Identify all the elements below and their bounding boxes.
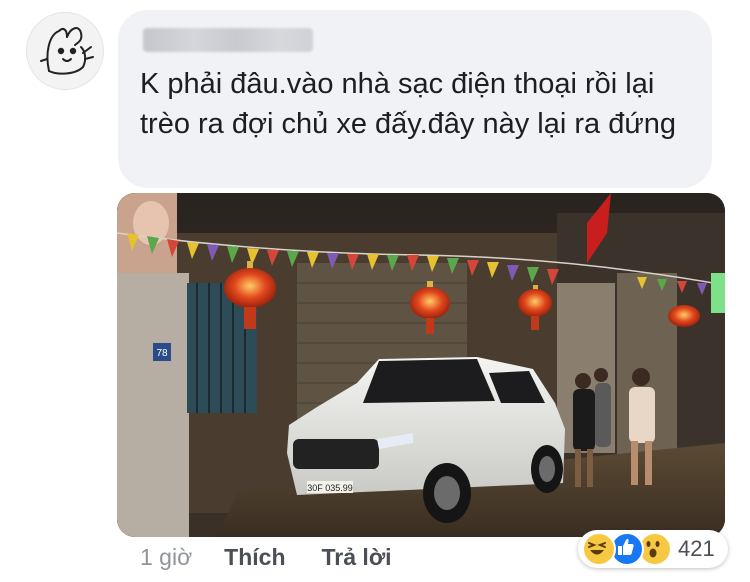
comment-photo[interactable]: 78 30F 035.99 [117, 193, 725, 537]
cartoon-avatar-icon [40, 27, 94, 75]
comment-bubble: K phải đâu.vào nhà sạc điện thoại rồi lạ… [118, 10, 712, 188]
haha-icon [582, 532, 616, 566]
reaction-count: 421 [678, 536, 715, 561]
comment-text: K phải đâu.vào nhà sạc điện thoại rồi lạ… [140, 68, 677, 140]
license-plate: 30F 035.99 [307, 483, 353, 493]
comment-container: K phải đâu.vào nhà sạc điện thoại rồi lạ… [0, 0, 750, 582]
like-button[interactable]: Thích [224, 544, 285, 571]
author-name-blurred[interactable] [143, 28, 313, 52]
house-number: 78 [156, 348, 168, 359]
night-street-photo: 78 30F 035.99 [117, 193, 725, 537]
reactions-summary[interactable]: 421 [578, 530, 728, 568]
reply-button[interactable]: Trả lời [322, 544, 392, 571]
avatar[interactable] [26, 12, 104, 90]
comment-actions: 1 giờ Thích Trả lời [140, 540, 392, 574]
comment-time[interactable]: 1 giờ [140, 544, 192, 571]
